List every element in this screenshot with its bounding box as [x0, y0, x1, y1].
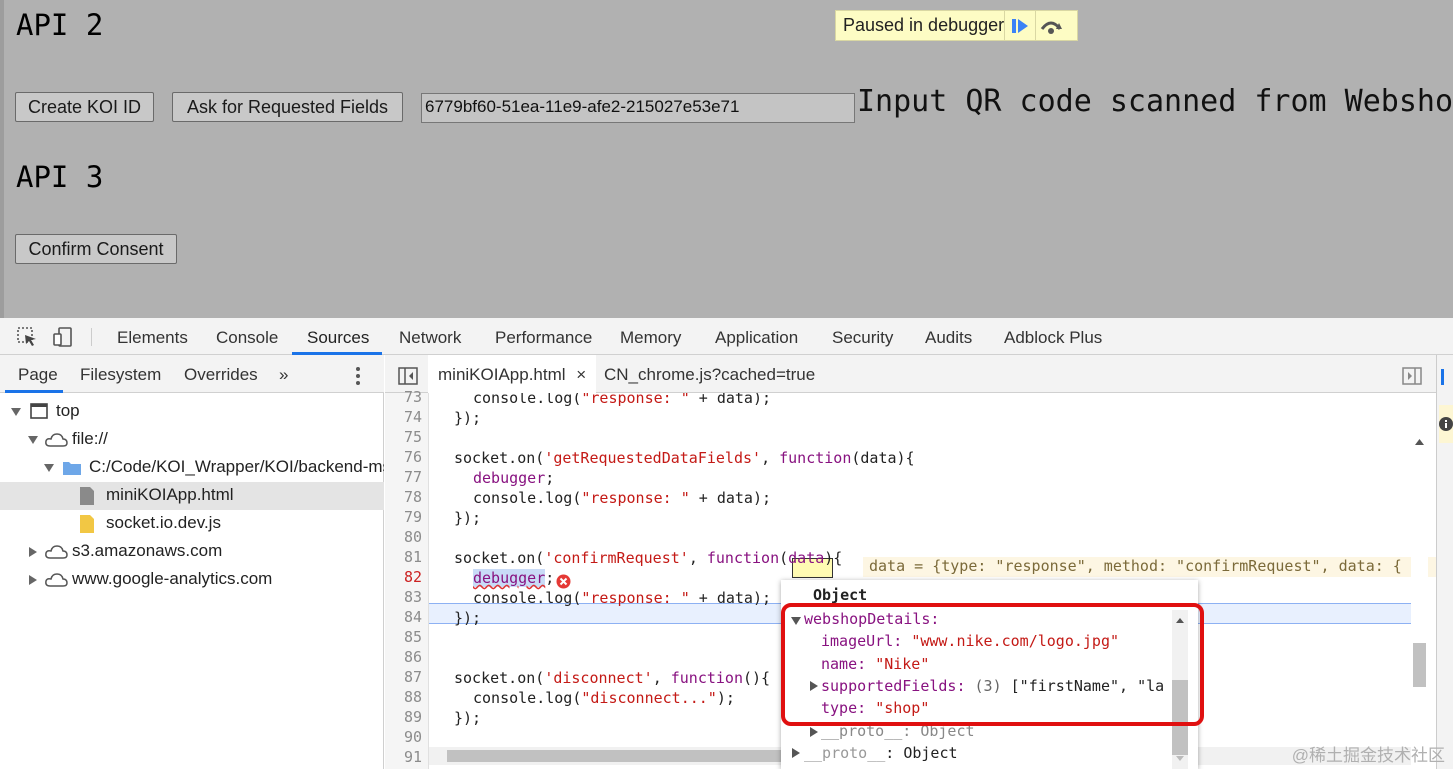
- scroll-thumb[interactable]: [1413, 643, 1426, 687]
- popover-title: Object: [813, 586, 868, 604]
- file-icon: [79, 486, 95, 510]
- tree-item-folder[interactable]: C:/Code/KOI_Wrapper/KOI/backend-ms/: [0, 454, 384, 482]
- navigator-tabbar: Page Filesystem Overrides »: [0, 355, 384, 393]
- tab-audits[interactable]: Audits: [925, 318, 972, 355]
- code-line-78: console.log("response: " + data);: [473, 489, 772, 507]
- nav-tab-filesystem[interactable]: Filesystem: [80, 355, 161, 395]
- tab-application[interactable]: Application: [715, 318, 798, 355]
- tree-item-top[interactable]: top: [0, 398, 384, 426]
- cloud-icon: [44, 432, 68, 453]
- tree-label: top: [56, 401, 80, 420]
- sidebar-marker: [1441, 369, 1444, 385]
- resume-icon[interactable]: [1004, 11, 1035, 40]
- more-tabs-button[interactable]: »: [279, 355, 288, 395]
- qr-code-label: Input QR code scanned from Websho: [857, 84, 1453, 119]
- editor-tab-minikoiapp[interactable]: miniKOIApp.html ×: [428, 355, 597, 393]
- code-line-84: });: [454, 609, 482, 627]
- paused-page-overlay: API 2 Create KOI ID Ask for Requested Fi…: [0, 0, 1453, 318]
- tab-elements[interactable]: Elements: [117, 318, 188, 355]
- code-line-74: });: [454, 409, 482, 427]
- cloud-icon: [44, 544, 68, 565]
- folder-icon: [62, 459, 82, 481]
- collapse-arrow-icon: [29, 547, 37, 557]
- tree-label: www.google-analytics.com: [72, 569, 273, 588]
- create-koi-id-button[interactable]: Create KOI ID: [15, 92, 154, 122]
- tree-label: miniKOIApp.html: [106, 485, 234, 504]
- code-line-89: });: [454, 709, 482, 727]
- h-scroll-thumb[interactable]: [447, 750, 787, 762]
- tree-label: socket.io.dev.js: [106, 513, 221, 532]
- toolbar-separator: [91, 328, 92, 346]
- expand-arrow-icon: [44, 464, 54, 472]
- frame-icon: [30, 403, 48, 424]
- code-line-73: console.log("response: " + data);: [473, 393, 772, 407]
- api3-heading: API 3: [16, 160, 104, 194]
- code-line-79: });: [454, 509, 482, 527]
- collapse-arrow-icon[interactable]: [792, 748, 800, 758]
- tree-item-google-analytics[interactable]: www.google-analytics.com: [0, 566, 384, 594]
- editor-tabbar: miniKOIApp.html × CN_chrome.js?cached=tr…: [385, 355, 1436, 393]
- tree-item-minikoiapp[interactable]: miniKOIApp.html: [0, 482, 384, 510]
- debugger-sidebar-edge[interactable]: [1436, 355, 1453, 769]
- step-over-icon[interactable]: [1035, 11, 1066, 40]
- expand-arrow-icon: [28, 436, 38, 444]
- tab-network[interactable]: Network: [399, 318, 461, 355]
- tree-item-file[interactable]: file://: [0, 426, 384, 454]
- tab-console[interactable]: Console: [216, 318, 278, 355]
- device-toolbar-icon[interactable]: [52, 326, 74, 348]
- editor-vertical-scrollbar[interactable]: [1411, 431, 1428, 769]
- code-line-81: socket.on('confirmRequest', function(dat…: [454, 549, 843, 567]
- tab-performance[interactable]: Performance: [495, 318, 592, 355]
- watermark-text: @稀土掘金技术社区: [1291, 746, 1445, 765]
- code-line-82: debugger;: [473, 569, 555, 587]
- scroll-up-icon: [1415, 439, 1424, 445]
- tab-security[interactable]: Security: [832, 318, 893, 355]
- inline-variable-value: data = {type: "response", method: "confi…: [863, 557, 1436, 577]
- toggle-debugger-icon[interactable]: [1402, 355, 1422, 395]
- cloud-icon: [44, 572, 68, 593]
- collapse-arrow-icon[interactable]: [810, 727, 818, 737]
- tree-item-socketio[interactable]: socket.io.dev.js: [0, 510, 384, 538]
- tab-adblock-plus[interactable]: Adblock Plus: [1004, 318, 1102, 355]
- paused-in-debugger-banner: Paused in debugger: [835, 10, 1078, 41]
- nav-tab-page[interactable]: Page: [18, 355, 58, 395]
- info-badge: [1439, 405, 1453, 443]
- tab-memory[interactable]: Memory: [620, 318, 681, 355]
- page-edge: [0, 0, 4, 318]
- more-options-icon[interactable]: [354, 355, 362, 395]
- editor-tab-cn-chrome[interactable]: CN_chrome.js?cached=true: [604, 355, 815, 395]
- nav-active-indicator: [5, 390, 63, 393]
- code-line-88: console.log("disconnect...");: [473, 689, 735, 707]
- inspect-element-icon[interactable]: [16, 326, 38, 348]
- js-file-icon: [79, 514, 95, 538]
- proto-prop[interactable]: __proto__: Object: [804, 744, 958, 762]
- sources-navigator: Page Filesystem Overrides » top file://: [0, 355, 384, 769]
- devtools-main-tabbar: Elements Console Sources Network Perform…: [0, 318, 1453, 355]
- collapse-arrow-icon: [29, 575, 37, 585]
- scroll-down-icon: [1176, 756, 1184, 761]
- tree-label: file://: [72, 429, 108, 448]
- ask-requested-fields-button[interactable]: Ask for Requested Fields: [172, 92, 403, 122]
- editor-tab-label: miniKOIApp.html: [438, 365, 566, 384]
- code-line-87: socket.on('disconnect', function(){: [454, 669, 771, 687]
- close-tab-icon[interactable]: ×: [576, 365, 586, 384]
- koi-id-input[interactable]: 6779bf60-51ea-11e9-afe2-215027e53e71: [421, 93, 855, 123]
- nav-tab-overrides[interactable]: Overrides: [184, 355, 258, 395]
- code-line-76: socket.on('getRequestedDataFields', func…: [454, 449, 915, 467]
- annotation-highlight-box: [781, 603, 1204, 726]
- tree-item-s3[interactable]: s3.amazonaws.com: [0, 538, 384, 566]
- tree-label: s3.amazonaws.com: [72, 541, 223, 560]
- tab-sources[interactable]: Sources: [307, 318, 369, 355]
- paused-text: Paused in debugger: [843, 15, 1005, 35]
- expand-arrow-icon: [11, 408, 21, 416]
- code-line-77: debugger;: [473, 469, 555, 487]
- api2-heading: API 2: [16, 8, 104, 42]
- code-line-83: console.log("response: " + data);: [473, 589, 772, 607]
- confirm-consent-button[interactable]: Confirm Consent: [15, 234, 177, 264]
- tree-label: C:/Code/KOI_Wrapper/KOI/backend-ms/: [89, 457, 384, 476]
